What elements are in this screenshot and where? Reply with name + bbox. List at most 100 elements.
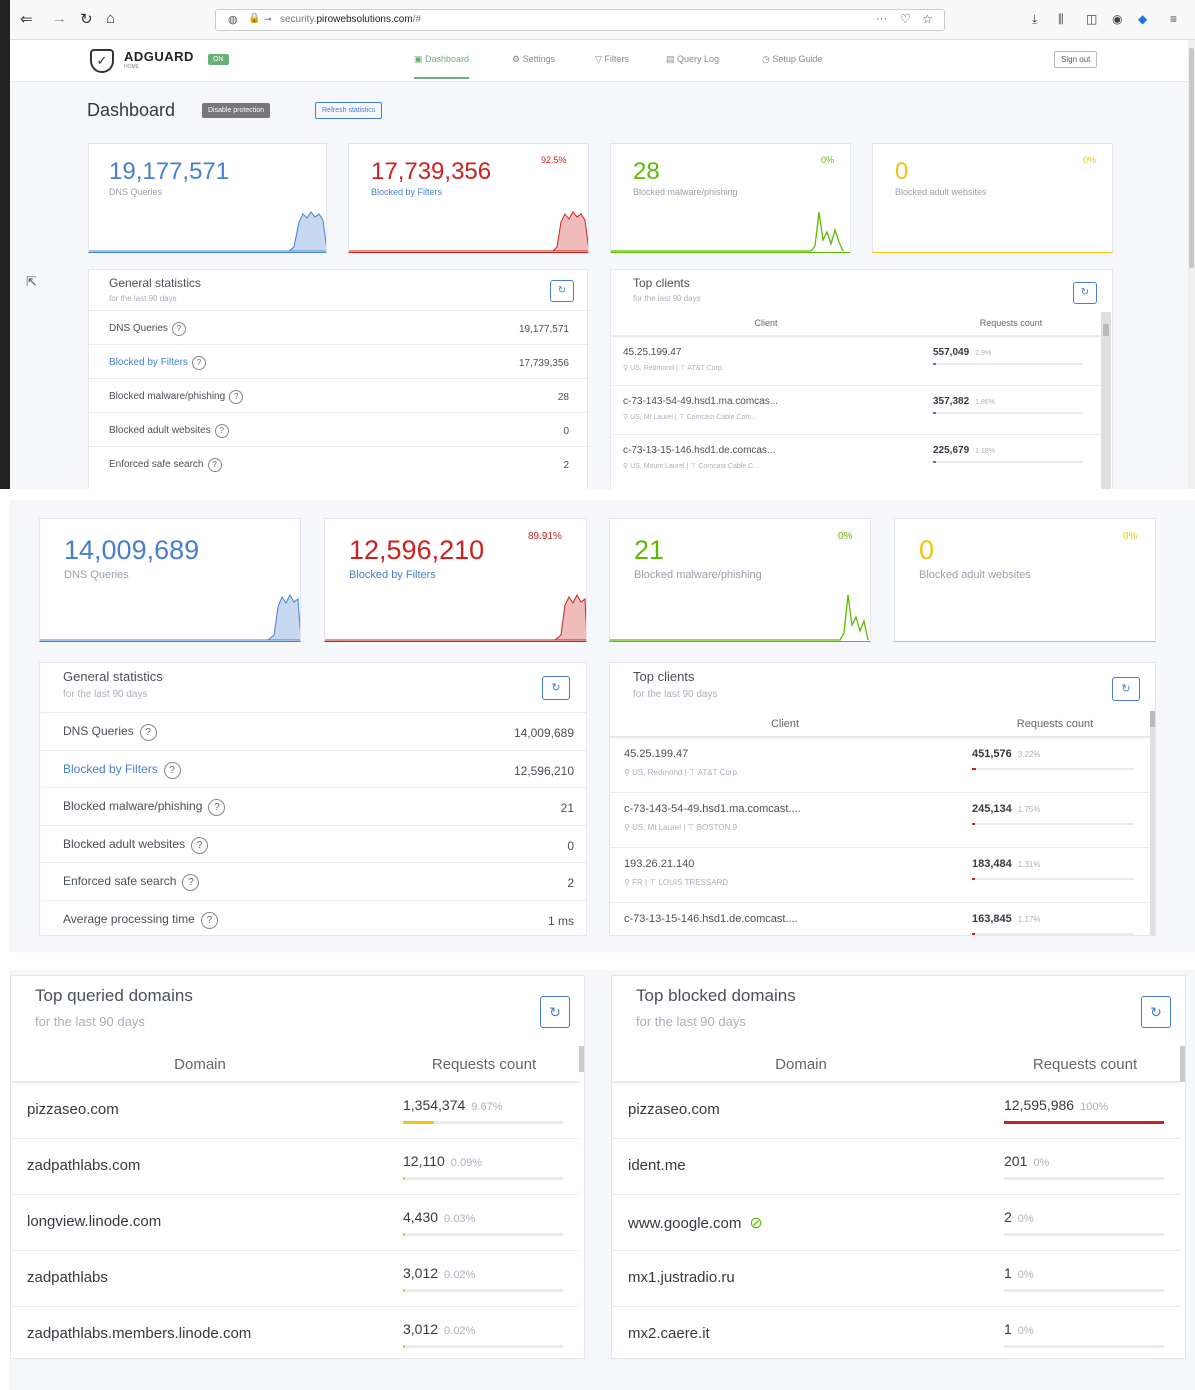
table-header: Domain Requests count: [11, 1046, 579, 1082]
client-org-text: Comcast Cable Com...: [686, 414, 758, 421]
client-name[interactable]: c-73-13-15-146.hsd1.de.comcast....: [624, 913, 798, 925]
nav-setup-guide[interactable]: ◷ Setup Guide: [762, 54, 822, 65]
nav-dashboard[interactable]: ▣ Dashboard: [414, 54, 470, 79]
help-icon[interactable]: ?: [191, 356, 206, 370]
help-icon[interactable]: ?: [163, 761, 181, 779]
column-header-client[interactable]: Client: [610, 718, 960, 730]
count-percent: 100%: [1080, 1101, 1109, 1113]
domain-name[interactable]: pizzaseo.com: [27, 1101, 119, 1118]
stat-label-link[interactable]: Blocked by Filters: [349, 569, 436, 581]
menu-icon[interactable]: ≡: [1170, 12, 1177, 26]
page-scrollbar[interactable]: [1188, 40, 1195, 489]
forward-icon[interactable]: →: [52, 10, 67, 27]
refresh-icon[interactable]: ↻: [1073, 282, 1097, 304]
domain-name[interactable]: zadpathlabs.com: [27, 1157, 140, 1174]
sparkline-dns: [89, 211, 326, 252]
count-value: 3,012: [403, 1265, 439, 1281]
row-value: 2: [567, 876, 574, 890]
refresh-icon[interactable]: ↻: [550, 280, 574, 302]
nav-settings[interactable]: ⚙ Settings: [512, 54, 555, 65]
stat-row: Blocked malware/phishing? 21: [40, 787, 586, 825]
row-label-text: Blocked malware/phishing: [63, 799, 203, 813]
client-name[interactable]: 45.25.199.47: [624, 748, 688, 760]
sidebar-icon[interactable]: ◫: [1086, 12, 1097, 26]
table-scrollbar[interactable]: [1101, 312, 1111, 489]
table-row: ident.me 201 0%: [612, 1138, 1180, 1194]
extension-icon[interactable]: ◉: [1112, 12, 1122, 26]
help-icon[interactable]: ?: [171, 322, 186, 336]
table-scrollbar[interactable]: [1150, 711, 1155, 935]
stat-value: 28: [633, 158, 660, 185]
help-icon[interactable]: ?: [182, 874, 200, 891]
help-icon[interactable]: ?: [208, 799, 226, 816]
refresh-icon[interactable]: ↻: [1141, 996, 1171, 1028]
help-icon[interactable]: ?: [214, 424, 229, 438]
domain-name[interactable]: longview.linode.com: [27, 1213, 161, 1230]
pocket-icon[interactable]: ♡: [900, 12, 911, 26]
column-header-requests[interactable]: Requests count: [921, 318, 1101, 328]
column-header-domain[interactable]: Domain: [11, 1056, 389, 1073]
refresh-icon[interactable]: ↻: [1112, 677, 1140, 701]
domain-name[interactable]: pizzaseo.com: [628, 1101, 720, 1118]
help-icon[interactable]: ?: [229, 390, 244, 404]
table-scrollbar[interactable]: [1180, 1046, 1185, 1082]
sparkline-blocked: [325, 593, 586, 641]
domain-text: pizzaseo.com: [27, 1101, 119, 1118]
row-label-link[interactable]: Blocked by Filters?: [109, 356, 206, 370]
stat-row: DNS Queries? 19,177,571: [89, 310, 587, 344]
domain-name[interactable]: zadpathlabs: [27, 1269, 108, 1286]
client-name[interactable]: c-73-143-54-49.hsd1.ma.comcas...: [623, 396, 778, 407]
refresh-icon[interactable]: ↻: [540, 996, 570, 1028]
bookmark-star-icon[interactable]: ☆: [922, 12, 933, 26]
stat-label-link[interactable]: Blocked by Filters: [371, 187, 442, 197]
client-name[interactable]: 193.26.21.140: [624, 858, 694, 870]
url-suffix: /#: [412, 14, 422, 25]
extension-blue-icon[interactable]: ◆: [1138, 12, 1147, 26]
stat-card-adult: 0 Blocked adult websites 0%: [872, 143, 1113, 253]
browser-toolbar: ⇐ → ↻ ⌂ ◍ 🔒 ⊸ security.pirowebsolutions.…: [10, 0, 1195, 40]
panel-title: Top clients: [633, 669, 695, 684]
more-icon[interactable]: ···: [876, 13, 887, 25]
help-icon[interactable]: ?: [200, 911, 218, 929]
disable-protection-button[interactable]: Disable protection: [202, 103, 271, 118]
help-icon[interactable]: ?: [139, 724, 157, 741]
help-icon[interactable]: ?: [207, 458, 222, 472]
sign-out-button[interactable]: Sign out: [1054, 51, 1098, 68]
reload-icon[interactable]: ↻: [80, 10, 93, 28]
column-header-requests[interactable]: Requests count: [960, 718, 1150, 730]
home-icon[interactable]: ⌂: [106, 10, 115, 27]
stat-card-malware: 21 Blocked malware/phishing 0%: [609, 518, 871, 642]
app-header: ✓ ADGUARD HOME ON ▣ Dashboard ⚙ Settings…: [10, 40, 1188, 82]
nav-query-log[interactable]: ▤ Query Log: [666, 54, 719, 65]
column-header-requests[interactable]: Requests count: [990, 1056, 1180, 1073]
row-label-link[interactable]: Blocked by Filters?: [63, 761, 181, 779]
domain-name[interactable]: mx1.justradio.ru: [628, 1269, 735, 1286]
column-header-client[interactable]: Client: [611, 318, 921, 328]
lock-insecure-icon: 🔒: [248, 13, 261, 24]
count-percent: 1.18%: [975, 448, 996, 455]
column-header-domain[interactable]: Domain: [612, 1056, 990, 1073]
domain-name[interactable]: zadpathlabs.members.linode.com: [27, 1325, 251, 1342]
column-header-requests[interactable]: Requests count: [389, 1056, 579, 1073]
download-icon[interactable]: ⤓: [1032, 12, 1037, 27]
url-bar[interactable]: ◍ 🔒 ⊸ security.pirowebsolutions.com/# ··…: [215, 9, 945, 31]
domain-text: zadpathlabs.com: [27, 1157, 141, 1174]
location-pin-icon: ⚲: [624, 823, 633, 832]
hidden-eye-icon[interactable]: ⊘: [749, 1215, 762, 1232]
domain-name[interactable]: www.google.com ⊘: [628, 1213, 763, 1233]
domain-name[interactable]: mx2.caere.it: [628, 1325, 710, 1342]
client-name[interactable]: c-73-143-54-49.hsd1.ma.comcast....: [624, 803, 801, 815]
nav-filters[interactable]: ▽ Filters: [595, 54, 629, 65]
domain-name[interactable]: ident.me: [628, 1157, 686, 1174]
dashboard-section-3: Top queried domains for the last 90 days…: [10, 970, 1195, 1390]
client-name[interactable]: 45.25.199.47: [623, 347, 681, 358]
sparkline-blocked: [349, 211, 588, 252]
refresh-statistics-button[interactable]: Refresh statistics: [315, 102, 383, 119]
library-icon[interactable]: ⫼: [1058, 12, 1064, 27]
client-name[interactable]: c-73-13-15-146.hsd1.de.comcas...: [623, 445, 775, 456]
refresh-icon[interactable]: ↻: [542, 676, 570, 700]
row-label-text: Enforced safe search: [63, 874, 177, 888]
back-icon[interactable]: ⇐: [20, 10, 33, 28]
table-scrollbar[interactable]: [579, 1046, 584, 1072]
help-icon[interactable]: ?: [191, 836, 209, 854]
